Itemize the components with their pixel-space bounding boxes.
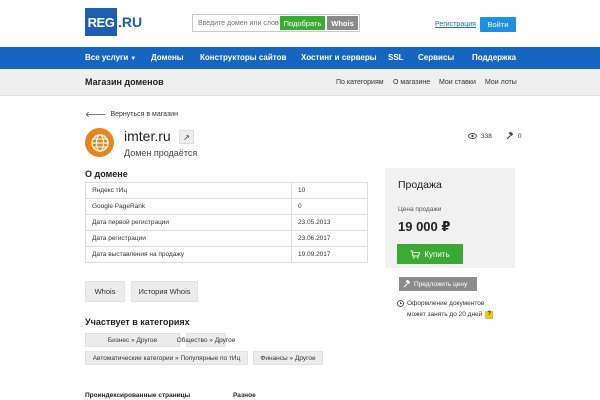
table-row: Дата выставления на продажу 19.09.2017 xyxy=(85,246,368,263)
buy-button[interactable]: Купить xyxy=(397,244,463,264)
row-label: Google PageRank xyxy=(85,198,292,215)
note-line1: Оформление документов xyxy=(407,300,485,307)
back-link[interactable]: 🡐 Вернуться в магазин xyxy=(85,109,178,119)
categories-title: Участвует в категориях xyxy=(85,317,190,327)
arrow-left-icon: 🡐 xyxy=(85,110,107,119)
nav-ssl[interactable]: SSL xyxy=(388,47,404,69)
subnav-by-category[interactable]: По категориям xyxy=(336,79,384,86)
domain-stats: 338 0 xyxy=(468,132,521,140)
domain-search: Подобрать Whois xyxy=(192,14,360,32)
offer-label: Предложить цену xyxy=(414,280,468,288)
nav-domains[interactable]: Домены xyxy=(151,47,184,69)
offer-price-button[interactable]: Предложить цену xyxy=(399,277,477,291)
subnav-about[interactable]: О магазине xyxy=(393,79,430,86)
whois-button[interactable]: Whois xyxy=(85,281,125,302)
subnav-my-lots[interactable]: Мои лоты xyxy=(485,79,517,86)
indexed-pages-title: Проиндексированные страницы xyxy=(85,392,191,399)
arrow-up-right-icon: ↗ xyxy=(183,132,190,142)
register-link[interactable]: Регистрация xyxy=(435,21,476,28)
row-label: Дата регистрации xyxy=(85,230,292,247)
table-row: Яндекс тИц 10 xyxy=(85,182,368,199)
eye-icon xyxy=(468,133,477,139)
category-tag[interactable]: Бизнес » Другое xyxy=(85,333,180,347)
row-value: 19.09.2017 xyxy=(291,246,368,263)
category-tag[interactable]: Автоматические категории » Популярные по… xyxy=(85,351,248,365)
whois-history-button[interactable]: История Whois xyxy=(131,281,198,302)
whois-search-button[interactable]: Whois xyxy=(327,16,358,30)
note-line2: может занять до 20 дней xyxy=(407,311,483,318)
bids-count: 0 xyxy=(517,132,522,140)
price-value: 19 000 ₽ xyxy=(398,219,451,234)
domain-name: imter.ru xyxy=(124,128,171,144)
gavel-icon xyxy=(403,280,411,288)
help-icon[interactable]: ? xyxy=(485,310,494,319)
price-label: Цена продажи xyxy=(398,206,442,213)
domain-status: Домен продаётся xyxy=(124,148,198,158)
back-label: Вернуться в магазин xyxy=(110,110,178,118)
category-tag[interactable]: Финансы » Другое xyxy=(253,351,323,365)
nav-support[interactable]: Поддержка xyxy=(472,47,516,69)
row-value: 10 xyxy=(291,182,368,199)
pick-button[interactable]: Подобрать xyxy=(280,16,325,30)
row-value: 23.06.2017 xyxy=(291,230,368,247)
row-label: Яндекс тИц xyxy=(85,182,292,199)
table-row: Дата регистрации 23.06.2017 xyxy=(85,230,368,247)
logo-mark: REG xyxy=(85,8,117,36)
main-nav: Все услуги ▼ Домены Конструкторы сайтов Х… xyxy=(0,47,600,69)
subnav-title: Магазин доменов xyxy=(85,77,164,87)
cart-icon xyxy=(410,250,421,259)
row-value: 23.05.2013 xyxy=(291,214,368,231)
login-button[interactable]: Войти xyxy=(480,17,516,32)
views-count: 338 xyxy=(481,132,492,140)
subnav-my-bids[interactable]: Мои ставки xyxy=(439,79,476,86)
sub-nav: Магазин доменов По категориям О магазине… xyxy=(0,69,600,96)
table-row: Google PageRank 0 xyxy=(85,198,368,215)
globe-icon xyxy=(85,128,114,157)
nav-site-builders[interactable]: Конструкторы сайтов xyxy=(200,47,286,69)
caret-down-icon: ▼ xyxy=(130,56,137,62)
about-title: О домене xyxy=(85,169,128,179)
row-label: Дата первой регистрации xyxy=(85,214,292,231)
logo-suffix: .RU xyxy=(118,14,143,30)
logo[interactable]: REG .RU xyxy=(85,8,142,36)
processing-note: Оформление документов может занять до 20… xyxy=(397,298,494,320)
clock-icon xyxy=(397,300,404,307)
row-value: 0 xyxy=(291,198,368,215)
category-tag[interactable]: Общество » Другое xyxy=(177,333,235,347)
search-input[interactable] xyxy=(193,19,279,27)
sale-title: Продажа xyxy=(398,179,442,191)
top-header: REG .RU Подобрать Whois Регистрация Войт… xyxy=(0,0,600,47)
external-link-button[interactable]: ↗ xyxy=(179,130,194,144)
nav-label: Все услуги xyxy=(85,53,129,62)
gavel-icon xyxy=(506,132,514,140)
nav-all-services[interactable]: Все услуги ▼ xyxy=(85,47,136,69)
about-table: Яндекс тИц 10 Google PageRank 0 Дата перво… xyxy=(85,182,368,263)
nav-services[interactable]: Сервисы xyxy=(418,47,454,69)
buy-label: Купить xyxy=(424,249,450,259)
misc-title: Разное xyxy=(233,392,256,399)
nav-hosting[interactable]: Хостинг и серверы xyxy=(301,47,377,69)
row-label: Дата выставления на продажу xyxy=(85,246,292,263)
table-row: Дата первой регистрации 23.05.2013 xyxy=(85,214,368,231)
